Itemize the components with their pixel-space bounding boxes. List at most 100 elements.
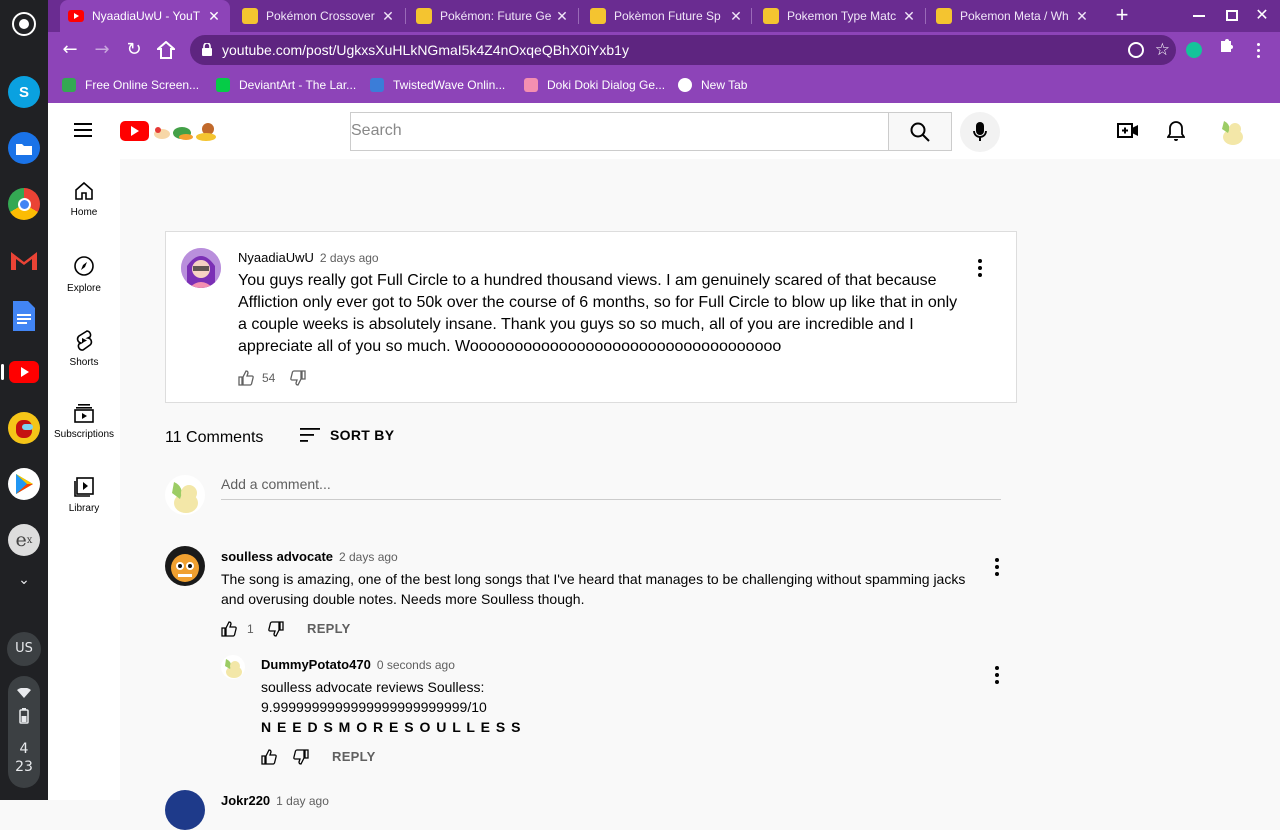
tab-pokemon-meta[interactable]: Pokemon Meta / Wh ✕ (928, 0, 1098, 32)
hamburger-menu-icon[interactable] (74, 123, 92, 137)
chrome-icon[interactable] (8, 188, 40, 220)
sidebar-item-subscriptions[interactable]: Subscriptions (48, 403, 120, 440)
play-store-icon[interactable] (8, 468, 40, 500)
close-window-icon[interactable]: ✕ (1252, 6, 1272, 26)
search-button[interactable] (888, 112, 952, 151)
sort-by-label: SORT BY (330, 427, 395, 443)
favicon-icon (936, 8, 952, 24)
star-bookmark-icon[interactable]: ☆ (1155, 35, 1170, 65)
reply-dislike-button[interactable] (293, 749, 309, 765)
forward-arrow-icon[interactable]: → (90, 38, 114, 62)
sort-by-button[interactable]: SORT BY (300, 427, 394, 443)
comment-author-name[interactable]: soulless advocate (221, 549, 333, 564)
post-dislike-button[interactable] (290, 370, 306, 386)
favicon-icon (763, 8, 779, 24)
post-author-name[interactable]: NyaadiaUwU (238, 250, 314, 265)
post-action-menu-icon[interactable] (968, 256, 992, 280)
comment-author-name[interactable]: Jokr220 (221, 793, 270, 808)
exponent-app-icon[interactable]: ex (8, 524, 40, 556)
thumbs-up-icon (261, 749, 277, 765)
post-page: NyaadiaUwU 2 days ago You guys really got… (120, 159, 1280, 830)
tab-separator (751, 8, 752, 24)
close-tab-icon[interactable]: ✕ (380, 8, 396, 25)
reply-action-menu-icon[interactable] (985, 663, 1009, 687)
add-comment-input[interactable]: Add a comment... (221, 476, 1001, 500)
create-video-icon[interactable] (1117, 121, 1139, 139)
account-avatar[interactable] (1216, 115, 1248, 147)
clock-minute: 23 (15, 759, 33, 775)
reply-author-name[interactable]: DummyPotato470 (261, 657, 371, 672)
comment-dislike-button[interactable] (268, 621, 284, 637)
clock-hour: 4 (19, 741, 29, 757)
close-tab-icon[interactable]: ✕ (728, 8, 744, 25)
reply-text-line: soulless advocate reviews Soulless: (261, 679, 485, 695)
browser-menu-icon[interactable] (1246, 38, 1270, 62)
comment-action-menu-icon[interactable] (985, 555, 1009, 579)
sidebar-item-library[interactable]: Library (48, 477, 120, 514)
tab-pokemon-future-gen[interactable]: Pokémon: Future Ge ✕ (408, 0, 578, 32)
thumbs-down-icon (290, 370, 306, 386)
notifications-bell-icon[interactable] (1166, 120, 1186, 142)
reply-reply-button[interactable]: REPLY (332, 749, 376, 764)
bookmark-doki-doki[interactable]: Doki Doki Dialog Ge... (524, 76, 665, 94)
twistedwave-icon (370, 78, 384, 92)
search-placeholder: Search (351, 122, 402, 139)
reload-icon[interactable]: ↻ (122, 38, 146, 62)
post-like-button[interactable]: 54 (238, 370, 275, 386)
grammarly-extension-icon[interactable] (1186, 42, 1202, 58)
voice-search-button[interactable] (960, 112, 1000, 152)
reply-like-button[interactable] (261, 749, 277, 765)
bookmark-twistedwave[interactable]: TwistedWave Onlin... (370, 76, 505, 94)
bookmark-new-tab[interactable]: New Tab (678, 76, 747, 94)
post-author-avatar[interactable] (181, 248, 221, 288)
close-tab-icon[interactable]: ✕ (901, 8, 917, 25)
close-tab-icon[interactable]: ✕ (1074, 8, 1090, 25)
shelf-expand-chevron-icon[interactable]: ⌄ (0, 572, 48, 588)
sidebar-item-shorts[interactable]: Shorts (48, 329, 120, 368)
user-badge[interactable]: US (7, 632, 41, 666)
tab-pokemon-crossover[interactable]: Pokémon Crossover ✕ (234, 0, 404, 32)
post-time[interactable]: 2 days ago (320, 251, 379, 265)
new-tab-button[interactable]: + (1110, 4, 1134, 28)
reply-text: soulless advocate reviews Soulless: 9.99… (261, 677, 961, 737)
comment-author-avatar[interactable] (165, 546, 205, 586)
add-icon[interactable] (1128, 42, 1144, 58)
back-arrow-icon[interactable]: ← (58, 38, 82, 62)
files-icon[interactable] (8, 132, 40, 164)
search-box[interactable]: Search (350, 112, 889, 151)
comment-like-button[interactable]: 1 (221, 621, 254, 637)
reply-time[interactable]: 0 seconds ago (377, 658, 455, 672)
browser-frame: NyaadiaUwU - YouT ✕ Pokémon Crossover ✕ … (48, 0, 1280, 103)
address-bar[interactable]: youtube.com/post/UgkxsXuHLkNGmaI5k4Z4nOx… (190, 35, 1176, 65)
extensions-puzzle-icon[interactable] (1214, 38, 1238, 62)
among-us-icon[interactable] (8, 412, 40, 444)
home-icon[interactable] (154, 38, 178, 62)
tab-separator (405, 8, 406, 24)
tab-pokemon-type-matchups[interactable]: Pokemon Type Matc ✕ (755, 0, 925, 32)
close-tab-icon[interactable]: ✕ (554, 8, 570, 25)
close-tab-icon[interactable]: ✕ (206, 8, 222, 25)
youtube-logo[interactable] (120, 120, 220, 142)
subscriptions-icon (74, 404, 94, 423)
bookmark-free-online-screen[interactable]: Free Online Screen... (62, 76, 199, 94)
skype-icon[interactable]: S (8, 76, 40, 108)
minimize-window-icon[interactable] (1193, 15, 1205, 17)
system-tray[interactable]: 4 23 (8, 676, 40, 788)
post-like-count: 54 (262, 371, 276, 385)
comment-time[interactable]: 2 days ago (339, 550, 398, 564)
bookmark-deviantart[interactable]: DeviantArt - The Lar... (216, 76, 356, 94)
docs-icon[interactable] (8, 300, 40, 332)
gmail-icon[interactable] (8, 244, 40, 276)
reply-author-avatar[interactable] (221, 655, 245, 679)
screen-capture-icon[interactable] (8, 8, 40, 40)
sidebar-item-explore[interactable]: Explore (48, 255, 120, 294)
tab-youtube[interactable]: NyaadiaUwU - YouT ✕ (60, 0, 230, 32)
comment-time[interactable]: 1 day ago (276, 794, 329, 808)
comment-author-avatar[interactable] (165, 790, 205, 830)
restore-window-icon[interactable] (1226, 10, 1238, 21)
youtube-icon[interactable] (8, 356, 40, 388)
comment-meta: Jokr220 1 day ago (221, 792, 329, 810)
sidebar-item-home[interactable]: Home (48, 181, 120, 218)
comment-reply-button[interactable]: REPLY (307, 621, 351, 636)
tab-pokemon-future-sp[interactable]: Pokèmon Future Sp ✕ (582, 0, 752, 32)
